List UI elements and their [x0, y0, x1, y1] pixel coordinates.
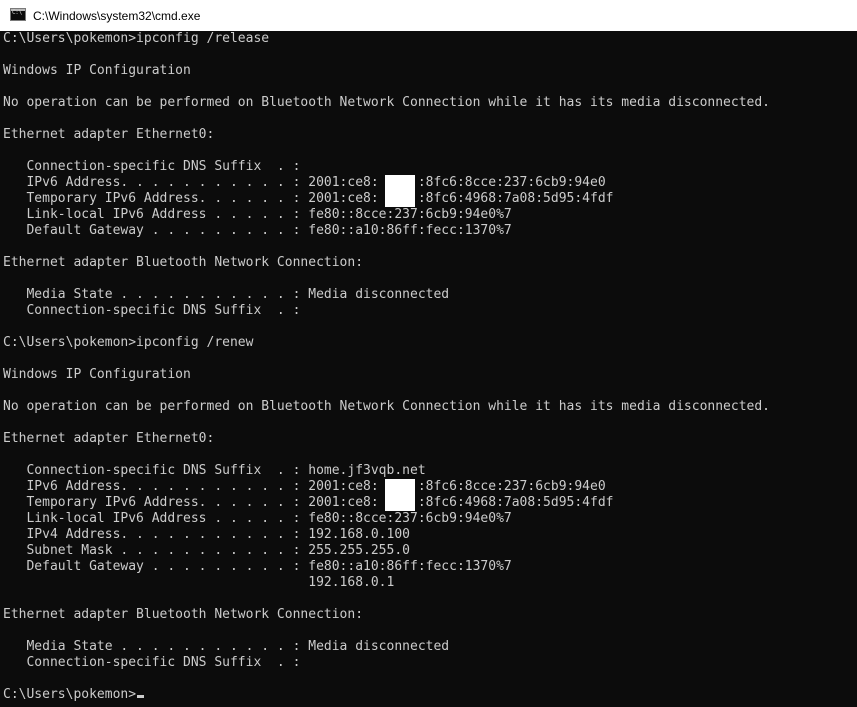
console-line: Ethernet adapter Ethernet0: — [3, 127, 215, 142]
console-line: Temporary IPv6 Address. . . . . . : 2001… — [3, 495, 614, 510]
console-line: No operation can be performed on Bluetoo… — [3, 399, 771, 414]
console-line: Link-local IPv6 Address . . . . . : fe80… — [3, 511, 512, 526]
console-line: IPv6 Address. . . . . . . . . . . : 2001… — [3, 175, 606, 190]
console-line: Connection-specific DNS Suffix . : — [3, 655, 301, 670]
console-line: C:\Users\pokemon>ipconfig /renew — [3, 335, 254, 350]
console-line: IPv6 Address. . . . . . . . . . . : 2001… — [3, 479, 606, 494]
console-line: Ethernet adapter Bluetooth Network Conne… — [3, 255, 364, 270]
console-line: Media State . . . . . . . . . . . : Medi… — [3, 287, 450, 302]
prompt-text: C:\Users\pokemon> — [3, 687, 137, 702]
console-line: Windows IP Configuration — [3, 63, 191, 78]
console-line: Connection-specific DNS Suffix . : home.… — [3, 463, 426, 478]
console-line: Default Gateway . . . . . . . . . : fe80… — [3, 223, 512, 238]
console-line: Subnet Mask . . . . . . . . . . . : 255.… — [3, 543, 410, 558]
console-line: Connection-specific DNS Suffix . : — [3, 159, 301, 174]
prompt-line[interactable]: C:\Users\pokemon> — [3, 687, 857, 703]
cmd-window: C:\ C:\Windows\system32\cmd.exe C:\Users… — [0, 0, 857, 707]
redaction-box — [385, 479, 415, 495]
console-line: No operation can be performed on Bluetoo… — [3, 95, 771, 110]
console-line: Link-local IPv6 Address . . . . . : fe80… — [3, 207, 512, 222]
redaction-box — [385, 191, 415, 207]
console-output[interactable]: C:\Users\pokemon>ipconfig /release Window… — [3, 31, 857, 707]
console-line: Windows IP Configuration — [3, 367, 191, 382]
console-line: IPv4 Address. . . . . . . . . . . : 192.… — [3, 527, 410, 542]
redaction-box — [385, 495, 415, 511]
window-title: C:\Windows\system32\cmd.exe — [33, 9, 201, 23]
console-line: C:\Users\pokemon>ipconfig /release — [3, 31, 270, 46]
console-line: Ethernet adapter Ethernet0: — [3, 431, 215, 446]
title-bar[interactable]: C:\ C:\Windows\system32\cmd.exe — [0, 0, 857, 31]
cmd-icon-glyph: C:\ — [12, 9, 22, 16]
console-line: Connection-specific DNS Suffix . : — [3, 303, 301, 318]
console-line: Temporary IPv6 Address. . . . . . : 2001… — [3, 191, 614, 206]
redaction-box — [385, 175, 415, 191]
console-line: Media State . . . . . . . . . . . : Medi… — [3, 639, 450, 654]
text-cursor — [137, 695, 145, 698]
cmd-icon: C:\ — [10, 8, 26, 21]
console-line: Ethernet adapter Bluetooth Network Conne… — [3, 607, 364, 622]
console-line: Default Gateway . . . . . . . . . : fe80… — [3, 559, 512, 574]
console-line: 192.168.0.1 — [3, 575, 395, 590]
